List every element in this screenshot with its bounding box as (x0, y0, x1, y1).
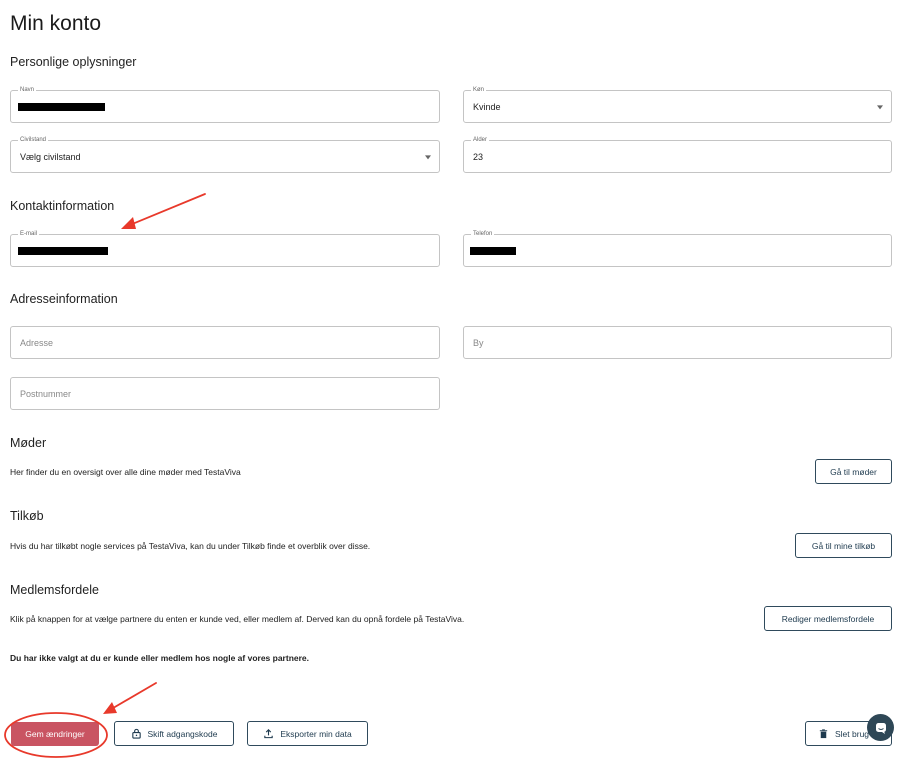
email-field[interactable]: E-mail (10, 230, 440, 267)
benefits-description: Klik på knappen for at vælge partnere du… (10, 614, 465, 624)
edit-benefits-button[interactable]: Rediger medlemsfordele (764, 606, 892, 631)
go-to-purchases-button[interactable]: Gå til mine tilkøb (795, 533, 892, 558)
civil-status-select[interactable]: Civilstand Vælg civilstand (10, 136, 440, 173)
arrowhead (103, 702, 117, 714)
chat-icon (875, 722, 886, 734)
email-field-label: E-mail (18, 230, 40, 238)
go-to-meetings-button[interactable]: Gå til møder (815, 459, 892, 484)
city-input-placeholder: By (473, 337, 484, 348)
page-title: Min konto (10, 12, 102, 35)
redaction-bar (18, 103, 105, 111)
section-title-personal: Personlige oplysninger (10, 55, 137, 69)
export-data-label: Eksporter min data (280, 728, 352, 739)
section-title-purchases: Tilkøb (10, 509, 44, 523)
civil-status-label: Civilstand (18, 136, 49, 144)
section-title-benefits: Medlemsfordele (10, 583, 99, 597)
upload-icon (264, 729, 274, 739)
lock-icon (131, 728, 141, 739)
change-password-button[interactable]: Skift adgangskode (114, 721, 234, 746)
gender-select[interactable]: Køn Kvinde (463, 86, 892, 123)
dropdown-arrow-icon (425, 154, 431, 159)
address-input-placeholder: Adresse (20, 337, 54, 348)
age-field[interactable]: Alder 23 (463, 136, 892, 173)
phone-field-label: Telefon (471, 230, 495, 238)
dropdown-arrow-icon (877, 104, 883, 109)
age-field-label: Alder (471, 136, 490, 144)
purchases-description: Hvis du har tilkøbt nogle services på Te… (10, 541, 371, 551)
export-data-button[interactable]: Eksporter min data (247, 721, 368, 746)
civil-status-value: Vælg civilstand (20, 151, 81, 162)
gender-select-value: Kvinde (473, 101, 501, 112)
phone-field[interactable]: Telefon (463, 230, 892, 267)
delete-user-label: Slet brug (835, 728, 870, 739)
annotation-arrow-save (107, 682, 157, 712)
section-title-contact: Kontaktinformation (10, 199, 115, 213)
name-field[interactable]: Navn (10, 86, 440, 123)
section-title-address: Adresseinformation (10, 292, 118, 306)
go-to-purchases-label: Gå til mine tilkøb (811, 540, 876, 551)
address-input[interactable]: Adresse (10, 326, 440, 359)
name-field-label: Navn (18, 86, 37, 94)
gender-select-label: Køn (471, 86, 487, 94)
trash-icon (819, 729, 828, 739)
age-field-value: 23 (473, 151, 484, 162)
go-to-meetings-label: Gå til møder (830, 466, 877, 477)
edit-benefits-label: Rediger medlemsfordele (781, 613, 875, 624)
redaction-bar (470, 247, 516, 255)
change-password-label: Skift adgangskode (147, 728, 218, 739)
save-changes-label: Gem ændringer (25, 729, 85, 739)
annotation-arrow-email (124, 193, 206, 228)
chat-widget-button[interactable] (867, 714, 894, 741)
benefits-note: Du har ikke valgt at du er kunde eller m… (10, 653, 310, 663)
meetings-description: Her finder du en oversigt over alle dine… (10, 467, 241, 477)
postal-code-placeholder: Postnummer (20, 388, 72, 399)
redaction-bar (18, 247, 108, 255)
save-changes-button[interactable]: Gem ændringer (11, 722, 99, 746)
arrowhead (121, 217, 136, 229)
section-title-meetings: Møder (10, 436, 47, 450)
postal-code-input[interactable]: Postnummer (10, 377, 440, 410)
city-input[interactable]: By (463, 326, 892, 359)
